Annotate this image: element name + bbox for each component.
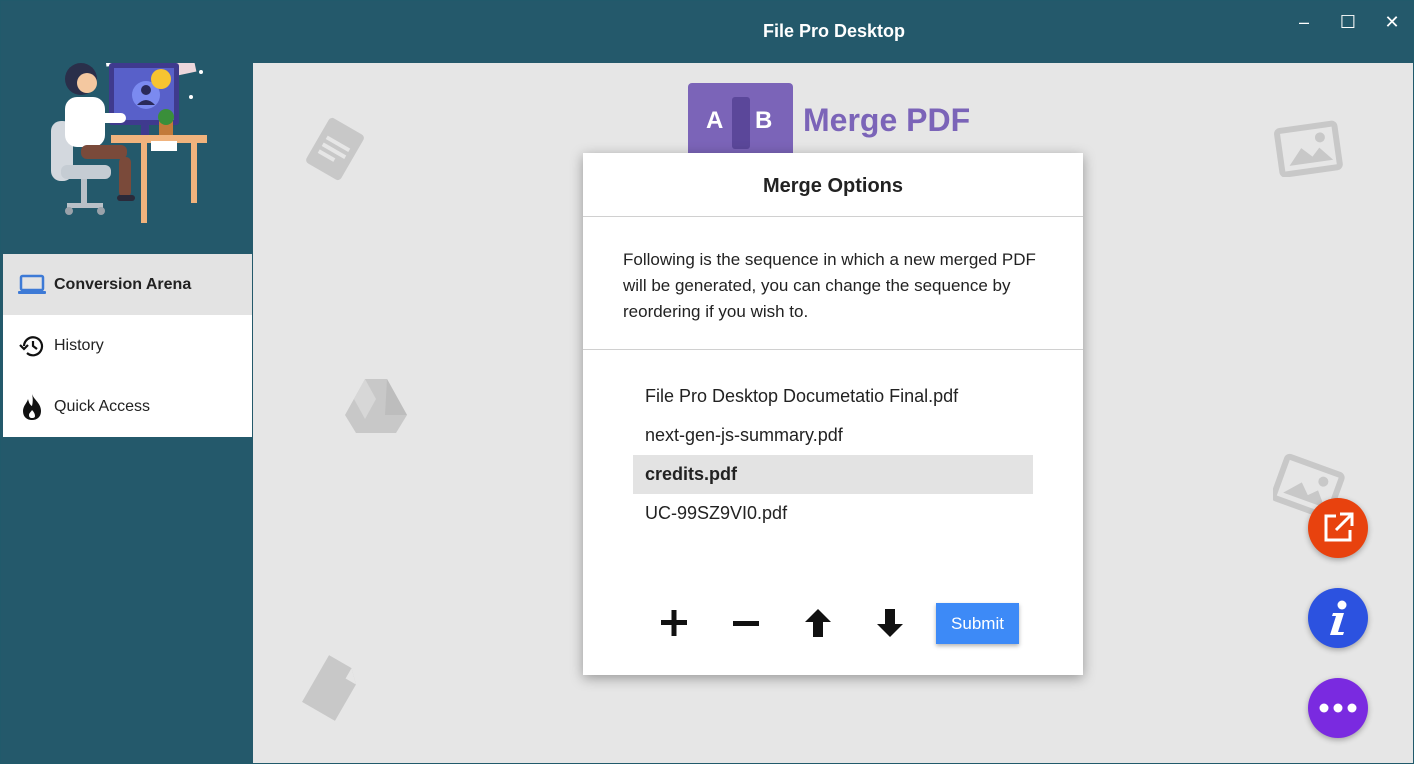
arrow-up-icon [805,609,831,637]
more-options-button[interactable] [1308,678,1368,738]
sidebar-item-conversion-arena[interactable]: Conversion Arena [3,254,252,315]
sidebar-item-label: Conversion Arena [54,275,192,293]
move-down-button[interactable] [870,603,910,643]
sidebar-item-label: Quick Access [54,397,151,415]
tool-title: Merge PDF [803,102,971,138]
flame-icon [17,393,47,421]
tool-header: A B Merge PDF [688,83,970,158]
plus-icon [661,610,687,636]
dialog-title: Merge Options [583,153,1083,217]
move-up-button[interactable] [798,603,838,643]
file-sequence-list: File Pro Desktop Documetatio Final.pdf n… [633,377,1033,533]
remove-file-button[interactable] [726,603,766,643]
list-item[interactable]: next-gen-js-summary.pdf [633,416,1033,455]
maximize-button[interactable]: ☐ [1333,11,1363,33]
info-icon [1330,600,1347,635]
dialog-actions: Submit [583,603,1083,645]
list-item-selected[interactable]: credits.pdf [633,455,1033,494]
sidebar: Conversion Arena History Quick Access [1,1,253,763]
image-bg-icon [1274,120,1343,177]
open-external-button[interactable] [1308,498,1368,558]
add-file-button[interactable] [654,603,694,643]
file-bg-icon [302,655,356,721]
app-window: Conversion Arena History Quick Access Fi… [0,0,1414,764]
minimize-button[interactable]: – [1289,11,1319,33]
sidebar-item-label: History [54,336,104,354]
close-button[interactable]: ✕ [1377,11,1407,33]
dialog-description: Following is the sequence in which a new… [583,217,1083,350]
laptop-icon [17,271,47,299]
logo-letter-a: A [706,107,724,134]
document-bg-icon [306,117,364,181]
list-item[interactable]: File Pro Desktop Documetatio Final.pdf [633,377,1033,416]
info-button[interactable] [1308,588,1368,648]
logo-letter-b: B [755,107,773,134]
list-item[interactable]: UC-99SZ9VI0.pdf [633,494,1033,533]
title-bar: File Pro Desktop – ☐ ✕ [1,1,1413,63]
window-title: File Pro Desktop [762,21,906,41]
open-external-icon [1324,512,1354,542]
history-icon [17,332,47,360]
merge-pdf-logo-icon: A B [688,83,793,158]
sidebar-item-quick-access[interactable]: Quick Access [3,376,252,437]
arrow-down-icon [877,609,903,637]
drive-bg-icon [345,379,407,433]
sidebar-nav: Conversion Arena History Quick Access [3,254,252,437]
merge-options-dialog: Merge Options Following is the sequence … [583,153,1083,675]
more-icon [1319,703,1357,713]
minus-icon [733,621,759,626]
sidebar-item-history[interactable]: History [3,315,252,376]
submit-button[interactable]: Submit [936,603,1019,644]
